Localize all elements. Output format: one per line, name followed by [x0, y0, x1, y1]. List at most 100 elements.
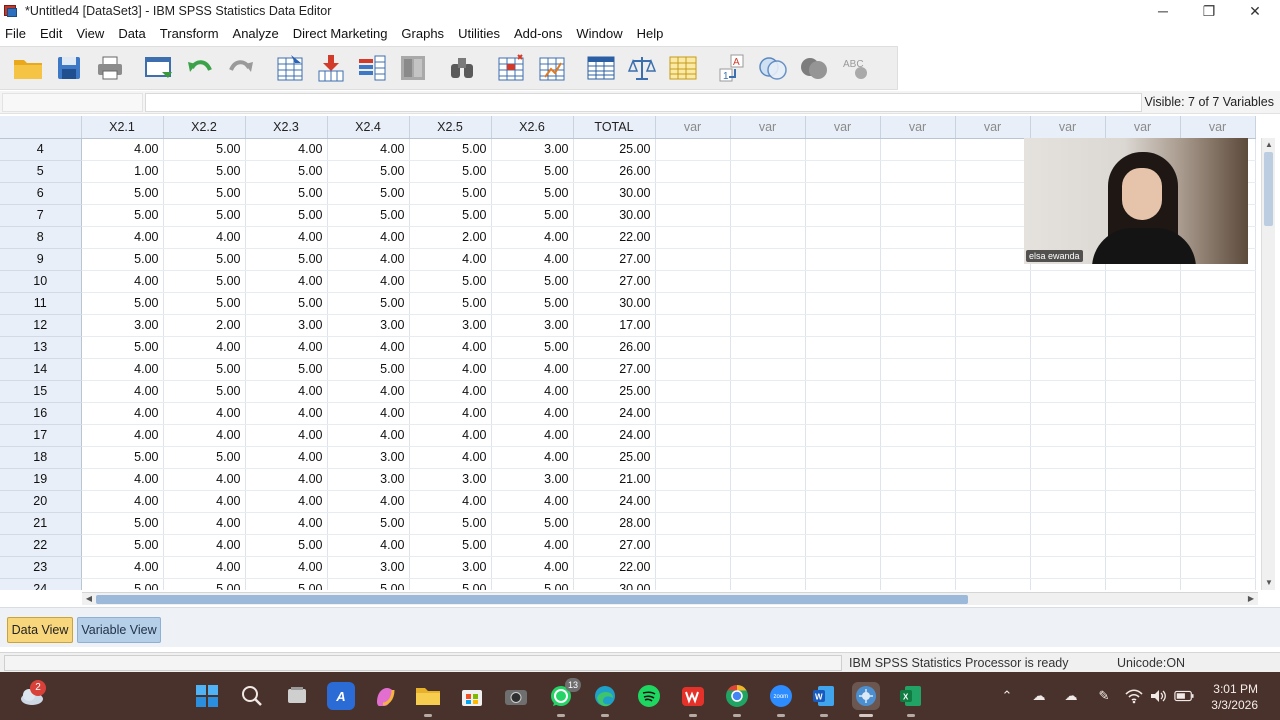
empty-cell[interactable] [1180, 424, 1256, 447]
data-cell[interactable]: 4.00 [327, 490, 410, 513]
word-app[interactable]: W [810, 682, 838, 717]
data-cell[interactable]: 4.00 [81, 424, 164, 447]
data-cell[interactable]: 5.00 [409, 182, 492, 205]
empty-cell[interactable] [1180, 534, 1256, 557]
go-to-case-button[interactable] [270, 50, 310, 86]
empty-cell[interactable] [1105, 578, 1181, 590]
empty-cell[interactable] [1180, 512, 1256, 535]
data-cell[interactable]: 5.00 [327, 160, 410, 183]
empty-cell[interactable] [805, 512, 881, 535]
empty-cell[interactable] [880, 446, 956, 469]
empty-cell[interactable] [655, 248, 731, 271]
data-cell[interactable]: 25.00 [573, 446, 656, 469]
data-cell[interactable]: 4.00 [327, 226, 410, 249]
data-cell[interactable]: 3.00 [327, 556, 410, 579]
empty-cell[interactable] [880, 138, 956, 161]
empty-cell[interactable] [655, 138, 731, 161]
empty-cell[interactable] [880, 578, 956, 590]
empty-cell[interactable] [805, 534, 881, 557]
empty-cell[interactable] [880, 204, 956, 227]
empty-cell[interactable] [1030, 534, 1106, 557]
empty-cell[interactable] [655, 534, 731, 557]
data-cell[interactable]: 4.00 [327, 138, 410, 161]
empty-cell[interactable] [955, 248, 1031, 271]
data-cell[interactable]: 4.00 [491, 424, 574, 447]
empty-cell[interactable] [880, 424, 956, 447]
data-cell[interactable]: 5.00 [163, 160, 246, 183]
empty-cell[interactable] [730, 490, 806, 513]
row-number[interactable]: 17 [0, 424, 82, 447]
data-cell[interactable]: 4.00 [409, 336, 492, 359]
empty-cell[interactable] [730, 556, 806, 579]
empty-cell[interactable] [655, 270, 731, 293]
show-all-variables-button[interactable] [794, 50, 834, 86]
empty-variable-header[interactable]: var [655, 116, 731, 139]
data-cell[interactable]: 5.00 [163, 204, 246, 227]
data-cell[interactable]: 4.00 [491, 226, 574, 249]
empty-cell[interactable] [955, 402, 1031, 425]
row-number[interactable]: 4 [0, 138, 82, 161]
empty-cell[interactable] [730, 204, 806, 227]
empty-cell[interactable] [805, 270, 881, 293]
variables-button[interactable] [352, 50, 392, 86]
empty-cell[interactable] [880, 292, 956, 315]
run-descriptives-button[interactable] [393, 50, 433, 86]
data-cell[interactable]: 4.00 [327, 270, 410, 293]
whatsapp-app[interactable]: 13 [547, 678, 581, 717]
menu-help[interactable]: Help [632, 23, 673, 45]
data-cell[interactable]: 4.00 [81, 138, 164, 161]
data-cell[interactable]: 3.00 [491, 138, 574, 161]
cell-reference-box[interactable] [2, 93, 143, 112]
data-cell[interactable]: 4.00 [327, 248, 410, 271]
empty-cell[interactable] [730, 512, 806, 535]
row-number[interactable]: 14 [0, 358, 82, 381]
empty-cell[interactable] [805, 358, 881, 381]
open-folder-button[interactable] [8, 50, 48, 86]
empty-cell[interactable] [1030, 270, 1106, 293]
empty-cell[interactable] [1180, 578, 1256, 590]
data-cell[interactable]: 5.00 [491, 160, 574, 183]
scroll-right-icon[interactable]: ▶ [1246, 594, 1256, 604]
data-cell[interactable]: 5.00 [409, 512, 492, 535]
data-cell[interactable]: 4.00 [245, 512, 328, 535]
scroll-down-icon[interactable]: ▼ [1264, 578, 1274, 588]
data-cell[interactable]: 5.00 [81, 204, 164, 227]
undo-button[interactable] [180, 50, 220, 86]
data-cell[interactable]: 30.00 [573, 182, 656, 205]
data-cell[interactable]: 4.00 [245, 490, 328, 513]
data-cell[interactable]: 5.00 [327, 578, 410, 590]
empty-cell[interactable] [1030, 512, 1106, 535]
data-cell[interactable]: 5.00 [245, 358, 328, 381]
data-cell[interactable]: 25.00 [573, 138, 656, 161]
empty-cell[interactable] [730, 182, 806, 205]
row-number[interactable]: 11 [0, 292, 82, 315]
save-button[interactable] [49, 50, 89, 86]
data-cell[interactable]: 4.00 [327, 380, 410, 403]
empty-cell[interactable] [805, 468, 881, 491]
empty-cell[interactable] [955, 556, 1031, 579]
empty-cell[interactable] [805, 578, 881, 590]
empty-cell[interactable] [730, 292, 806, 315]
empty-cell[interactable] [1180, 468, 1256, 491]
data-cell[interactable]: 28.00 [573, 512, 656, 535]
empty-cell[interactable] [955, 534, 1031, 557]
row-number[interactable]: 23 [0, 556, 82, 579]
variable-header[interactable]: X2.2 [163, 116, 246, 139]
data-cell[interactable]: 5.00 [245, 160, 328, 183]
data-cell[interactable]: 3.00 [81, 314, 164, 337]
data-cell[interactable]: 4.00 [409, 490, 492, 513]
search-button[interactable] [238, 682, 266, 710]
data-cell[interactable]: 2.00 [409, 226, 492, 249]
empty-cell[interactable] [880, 270, 956, 293]
row-number[interactable]: 13 [0, 336, 82, 359]
data-cell[interactable]: 4.00 [327, 424, 410, 447]
empty-cell[interactable] [1105, 358, 1181, 381]
empty-cell[interactable] [655, 182, 731, 205]
chrome-app[interactable] [723, 682, 751, 717]
data-cell[interactable]: 3.00 [491, 314, 574, 337]
battery-icon[interactable] [1174, 686, 1194, 706]
empty-cell[interactable] [1105, 270, 1181, 293]
empty-cell[interactable] [730, 424, 806, 447]
maximize-button[interactable]: ❐ [1186, 0, 1232, 22]
empty-variable-header[interactable]: var [880, 116, 956, 139]
